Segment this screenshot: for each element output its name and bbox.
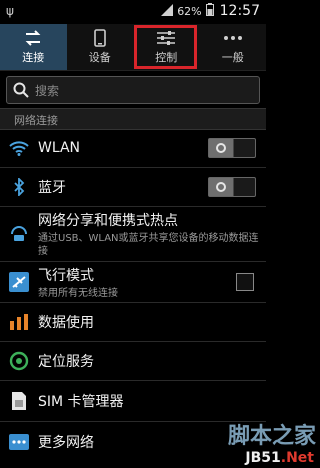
status-icons: 62% 12:57 bbox=[161, 3, 260, 19]
more-dots-icon bbox=[222, 29, 244, 47]
swap-arrows-icon bbox=[22, 29, 44, 47]
data-usage-icon bbox=[4, 313, 34, 331]
wifi-icon bbox=[4, 140, 34, 156]
tab-device[interactable]: 设备 bbox=[67, 24, 134, 70]
list-item-airplane-mode[interactable]: 飞行模式 禁用所有无线连接 bbox=[0, 262, 266, 302]
airplane-checkbox[interactable] bbox=[236, 273, 254, 291]
list-item-wlan[interactable]: WLAN bbox=[0, 129, 266, 167]
hotspot-icon bbox=[4, 225, 34, 243]
list-item-bluetooth[interactable]: 蓝牙 bbox=[0, 168, 266, 206]
usb-icon: ψ bbox=[6, 4, 14, 18]
item-title: 飞行模式 bbox=[38, 267, 94, 284]
list-item-data-usage[interactable]: 数据使用 bbox=[0, 303, 266, 341]
section-title: 网络连接 bbox=[14, 114, 58, 127]
tab-general[interactable]: 一般 bbox=[200, 24, 267, 70]
status-bar: ψ 62% 12:57 bbox=[0, 0, 266, 24]
item-title: SIM 卡管理器 bbox=[38, 394, 124, 410]
battery-percent: 62% bbox=[177, 4, 202, 18]
search-placeholder: 搜索 bbox=[35, 83, 60, 98]
list-item-hotspot[interactable]: 网络分享和便携式热点 通过USB、WLAN或蓝牙共享您设备的移动数据连接 bbox=[0, 207, 266, 261]
airplane-icon bbox=[4, 272, 34, 292]
tab-label: 一般 bbox=[221, 51, 244, 64]
more-networks-icon bbox=[4, 434, 34, 450]
settings-tabs: 连接 设备 控制 一般 bbox=[0, 24, 266, 71]
toggle-knob bbox=[209, 178, 234, 196]
tab-connections[interactable]: 连接 bbox=[0, 24, 67, 70]
section-header: 网络连接 bbox=[0, 108, 266, 130]
tab-label: 控制 bbox=[155, 51, 178, 64]
tab-label: 连接 bbox=[22, 51, 45, 64]
bluetooth-icon bbox=[4, 178, 34, 196]
item-subtitle: 通过USB、WLAN或蓝牙共享您设备的移动数据连接 bbox=[38, 233, 259, 257]
tab-controls[interactable]: 控制 bbox=[133, 24, 200, 70]
toggle-knob bbox=[209, 139, 234, 157]
search-field[interactable]: 搜索 bbox=[6, 76, 260, 104]
item-title: 数据使用 bbox=[38, 315, 94, 331]
bluetooth-toggle[interactable] bbox=[208, 177, 256, 197]
list-item-more-networks[interactable]: 更多网络 bbox=[0, 422, 266, 462]
battery-icon bbox=[205, 3, 214, 19]
sliders-icon bbox=[155, 29, 177, 47]
signal-icon bbox=[161, 3, 174, 19]
list-item-location[interactable]: 定位服务 bbox=[0, 342, 266, 380]
search-icon bbox=[13, 82, 29, 98]
sim-card-icon bbox=[4, 391, 34, 411]
item-title: 定位服务 bbox=[38, 354, 94, 370]
clock: 12:57 bbox=[219, 3, 260, 19]
location-icon bbox=[4, 351, 34, 371]
item-title: 更多网络 bbox=[38, 435, 94, 451]
phone-icon bbox=[89, 29, 111, 47]
item-title: 网络分享和便携式热点 bbox=[38, 213, 178, 229]
item-subtitle: 禁用所有无线连接 bbox=[38, 287, 118, 299]
tab-label: 设备 bbox=[88, 51, 111, 64]
wlan-toggle[interactable] bbox=[208, 138, 256, 158]
list-item-sim-manager[interactable]: SIM 卡管理器 bbox=[0, 381, 266, 421]
